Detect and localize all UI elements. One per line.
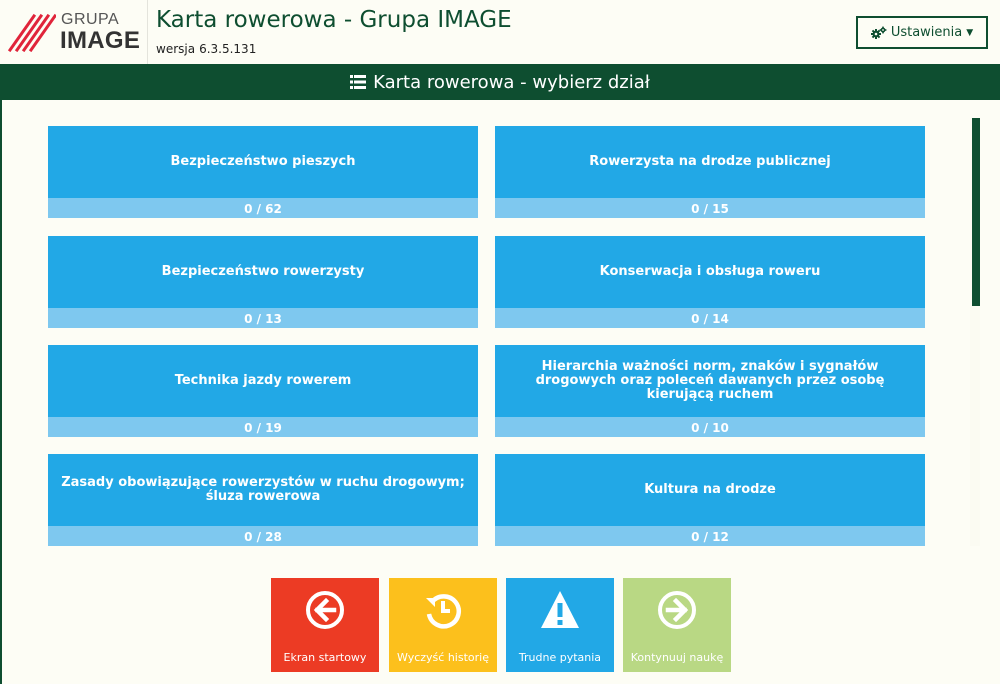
category-count: 0 / 10 xyxy=(691,421,729,435)
category-name: Hierarchia ważności norm, znaków i sygna… xyxy=(535,359,885,402)
list-icon xyxy=(350,75,367,89)
grupa-image-logo: GRUPA IMAGE xyxy=(0,0,148,64)
category-tile[interactable]: Zasady obowiązujące rowerzystów w ruchu … xyxy=(48,454,478,546)
category-count: 0 / 13 xyxy=(244,312,282,326)
category-count: 0 / 28 xyxy=(244,530,282,544)
category-name: Rowerzysta na drodze publicznej xyxy=(589,154,831,169)
continue-learning-button[interactable]: Kontynuuj naukę xyxy=(623,578,731,672)
category-tile[interactable]: Konserwacja i obsługa roweru 0 / 14 xyxy=(495,236,925,328)
warning-icon xyxy=(541,591,579,628)
category-tile[interactable]: Bezpieczeństwo pieszych 0 / 62 xyxy=(48,126,478,218)
scrollbar-thumb[interactable] xyxy=(972,118,980,306)
continue-learning-label: Kontynuuj naukę xyxy=(630,651,724,664)
category-name: Konserwacja i obsługa roweru xyxy=(599,264,821,279)
history-icon xyxy=(426,594,461,629)
version-label: wersja xyxy=(156,42,196,56)
arrow-left-circle-icon xyxy=(306,591,344,629)
category-count: 0 / 15 xyxy=(691,202,729,216)
category-name: Technika jazdy rowerem xyxy=(174,373,352,388)
version-info: wersja 6.3.5.131 xyxy=(156,42,256,56)
arrow-right-circle-icon xyxy=(658,591,696,629)
settings-button[interactable]: Ustawienia ▼ xyxy=(856,16,988,49)
hard-questions-label: Trudne pytania xyxy=(518,651,602,664)
category-tile[interactable]: Rowerzysta na drodze publicznej 0 / 15 xyxy=(495,126,925,218)
category-name: Bezpieczeństwo rowerzysty xyxy=(161,264,365,279)
version-number: 6.3.5.131 xyxy=(199,42,257,56)
logo-stripes-icon xyxy=(8,13,56,52)
category-tile[interactable]: Bezpieczeństwo rowerzysty 0 / 13 xyxy=(48,236,478,328)
app-header: GRUPA IMAGE Karta rowerowa - Grupa IMAGE… xyxy=(0,0,1000,64)
start-screen-label: Ekran startowy xyxy=(283,651,367,664)
category-name: Zasady obowiązujące rowerzystów w ruchu … xyxy=(61,475,465,504)
hard-questions-button[interactable]: Trudne pytania xyxy=(506,578,614,672)
category-count: 0 / 14 xyxy=(691,312,729,326)
category-tile[interactable]: Hierarchia ważności norm, znaków i sygna… xyxy=(495,345,925,437)
category-count: 0 / 12 xyxy=(691,530,729,544)
settings-label: Ustawienia xyxy=(890,25,963,40)
category-tile[interactable]: Technika jazdy rowerem 0 / 19 xyxy=(48,345,478,437)
caret-down-icon: ▼ xyxy=(966,27,974,38)
category-count: 0 / 19 xyxy=(244,421,282,435)
category-tile[interactable]: Kultura na drodze 0 / 12 xyxy=(495,454,925,546)
clear-history-label: Wyczyść historię xyxy=(397,651,489,664)
gears-icon xyxy=(870,26,887,39)
page-border xyxy=(0,100,2,684)
category-name: Bezpieczeństwo pieszych xyxy=(170,154,356,169)
logo-text-bottom: IMAGE xyxy=(60,27,141,54)
clear-history-button[interactable]: Wyczyść historię xyxy=(389,578,497,672)
section-bar: Karta rowerowa - wybierz dział xyxy=(0,64,1000,100)
category-count: 0 / 62 xyxy=(244,202,282,216)
app-title: Karta rowerowa - Grupa IMAGE xyxy=(156,7,512,33)
start-screen-button[interactable]: Ekran startowy xyxy=(271,578,379,672)
section-title: Karta rowerowa - wybierz dział xyxy=(373,71,650,93)
category-name: Kultura na drodze xyxy=(644,482,776,497)
